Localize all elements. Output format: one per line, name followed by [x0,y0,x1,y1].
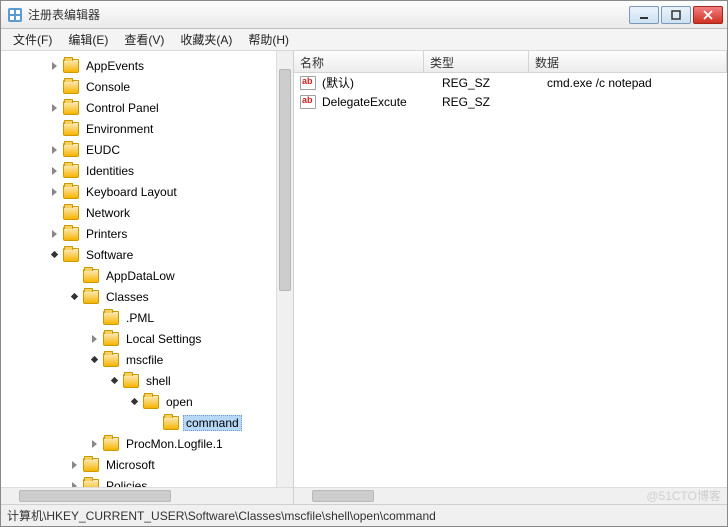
tree-item[interactable]: open [163,395,196,409]
tree-item[interactable]: Console [83,80,133,94]
tree-vertical-scrollbar[interactable] [276,51,293,487]
tree-item[interactable]: Classes [103,290,152,304]
expand-icon[interactable] [47,185,61,199]
list-row[interactable]: (默认) REG_SZ cmd.exe /c notepad [294,73,727,92]
menu-favorites[interactable]: 收藏夹(A) [172,29,240,50]
tree-item[interactable]: Printers [83,227,130,241]
list-header: 名称 类型 数据 [294,51,727,73]
tree-item[interactable]: shell [143,374,174,388]
folder-icon [83,458,99,472]
list-row[interactable]: DelegateExcute REG_SZ [294,92,727,111]
expand-icon[interactable] [47,164,61,178]
menu-file[interactable]: 文件(F) [5,29,60,50]
tree-item[interactable]: .PML [123,311,157,325]
folder-icon [63,206,79,220]
status-path: 计算机\HKEY_CURRENT_USER\Software\Classes\m… [7,507,436,524]
folder-icon [83,290,99,304]
folder-icon [63,59,79,73]
expand-icon [47,80,61,94]
tree-item[interactable]: ProcMon.Logfile.1 [123,437,226,451]
tree-view[interactable]: AppEvents Console Control Panel Environm… [1,51,276,487]
maximize-button[interactable] [661,6,691,24]
value-data: cmd.exe /c notepad [545,76,727,90]
tree-item[interactable]: Software [83,248,136,262]
tree-item[interactable]: Local Settings [123,332,204,346]
menu-bar: 文件(F) 编辑(E) 查看(V) 收藏夹(A) 帮助(H) [1,29,727,51]
window-title: 注册表编辑器 [28,6,627,23]
tree-item[interactable]: Identities [83,164,137,178]
close-button[interactable] [693,6,723,24]
string-value-icon [300,95,316,109]
folder-icon [123,374,139,388]
collapse-icon[interactable] [107,374,121,388]
folder-icon [103,353,119,367]
list-body[interactable]: (默认) REG_SZ cmd.exe /c notepad DelegateE… [294,73,727,504]
value-type: REG_SZ [440,76,545,90]
column-type[interactable]: 类型 [424,51,529,72]
folder-icon [63,80,79,94]
string-value-icon [300,76,316,90]
expand-icon[interactable] [67,479,81,488]
collapse-icon[interactable] [87,353,101,367]
collapse-icon[interactable] [67,290,81,304]
app-icon [7,7,23,23]
menu-edit[interactable]: 编辑(E) [60,29,116,50]
expand-icon [47,122,61,136]
expand-icon[interactable] [87,437,101,451]
folder-icon [63,164,79,178]
folder-icon [83,479,99,488]
tree-item[interactable]: AppDataLow [103,269,178,283]
expand-icon[interactable] [47,101,61,115]
expand-icon [47,206,61,220]
folder-icon [103,437,119,451]
tree-item[interactable]: Keyboard Layout [83,185,180,199]
folder-icon [63,227,79,241]
tree-pane: AppEvents Console Control Panel Environm… [1,51,294,504]
folder-icon [63,185,79,199]
tree-item[interactable]: AppEvents [83,59,147,73]
expand-icon[interactable] [47,227,61,241]
expand-icon[interactable] [67,458,81,472]
folder-icon [103,311,119,325]
tree-item[interactable]: Microsoft [103,458,158,472]
tree-item[interactable]: EUDC [83,143,123,157]
folder-icon [63,101,79,115]
title-bar: 注册表编辑器 [1,1,727,29]
tree-item[interactable]: Control Panel [83,101,162,115]
folder-icon [63,122,79,136]
column-data[interactable]: 数据 [529,51,727,72]
expand-icon [87,311,101,325]
main-split: AppEvents Console Control Panel Environm… [1,51,727,504]
tree-item[interactable]: Network [83,206,133,220]
expand-icon [147,416,161,430]
folder-icon [163,416,179,430]
value-type: REG_SZ [440,95,545,109]
list-horizontal-scrollbar[interactable] [294,487,727,504]
tree-item[interactable]: Environment [83,122,156,136]
value-name: (默认) [320,74,440,91]
expand-icon[interactable] [47,59,61,73]
tree-item[interactable]: mscfile [123,353,166,367]
tree-item-selected[interactable]: command [183,415,242,431]
expand-icon [67,269,81,283]
status-bar: 计算机\HKEY_CURRENT_USER\Software\Classes\m… [1,504,727,526]
menu-view[interactable]: 查看(V) [116,29,172,50]
collapse-icon[interactable] [127,395,141,409]
list-pane: 名称 类型 数据 (默认) REG_SZ cmd.exe /c notepad … [294,51,727,504]
folder-icon [63,143,79,157]
column-name[interactable]: 名称 [294,51,424,72]
collapse-icon[interactable] [47,248,61,262]
tree-item[interactable]: Policies [103,479,150,488]
folder-icon [103,332,119,346]
expand-icon[interactable] [47,143,61,157]
folder-icon [63,248,79,262]
value-name: DelegateExcute [320,95,440,109]
expand-icon[interactable] [87,332,101,346]
tree-horizontal-scrollbar[interactable] [1,487,293,504]
folder-icon [143,395,159,409]
folder-icon [83,269,99,283]
minimize-button[interactable] [629,6,659,24]
menu-help[interactable]: 帮助(H) [240,29,297,50]
